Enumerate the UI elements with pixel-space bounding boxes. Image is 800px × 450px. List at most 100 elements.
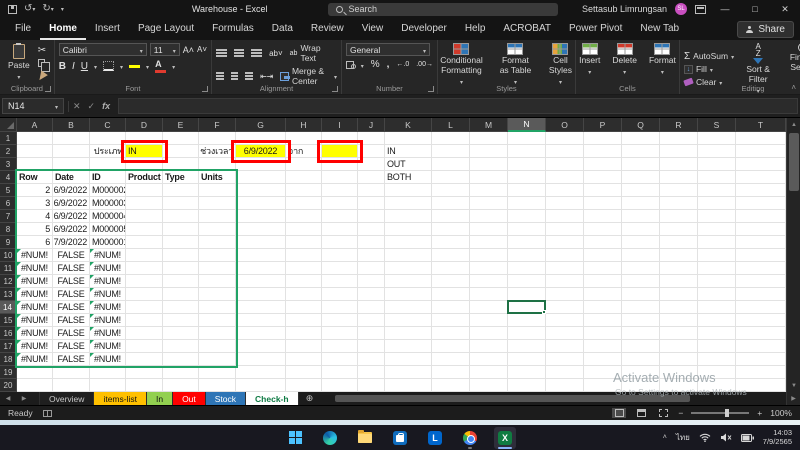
- clock[interactable]: 14:03 7/9/2565: [763, 429, 792, 446]
- col-header-L[interactable]: L: [432, 118, 470, 132]
- cell-F2[interactable]: ช่วงเวลา: [199, 145, 236, 158]
- cell-O10[interactable]: [546, 249, 584, 262]
- cell-D18[interactable]: [126, 353, 163, 366]
- cell-P3[interactable]: [584, 158, 622, 171]
- cell-C5[interactable]: M000002: [90, 184, 126, 197]
- cell-I3[interactable]: [322, 158, 358, 171]
- cell-E7[interactable]: [163, 210, 199, 223]
- cell-I9[interactable]: [322, 236, 358, 249]
- copy-button[interactable]: [38, 58, 50, 69]
- cell-P5[interactable]: [584, 184, 622, 197]
- cell-N13[interactable]: [508, 288, 546, 301]
- cell-G12[interactable]: [236, 275, 286, 288]
- cell-S5[interactable]: [698, 184, 736, 197]
- zoom-level[interactable]: 100%: [770, 408, 792, 418]
- cell-B15[interactable]: FALSE: [53, 314, 90, 327]
- cell-L8[interactable]: [432, 223, 470, 236]
- cell-L17[interactable]: [432, 340, 470, 353]
- cell-N11[interactable]: [508, 262, 546, 275]
- cell-D8[interactable]: [126, 223, 163, 236]
- cell-J18[interactable]: [358, 353, 385, 366]
- cell-A16[interactable]: #NUM!: [17, 327, 53, 340]
- cell-M17[interactable]: [470, 340, 508, 353]
- scroll-down-icon[interactable]: ▼: [787, 379, 800, 392]
- underline-button[interactable]: U: [81, 61, 88, 72]
- cell-E3[interactable]: [163, 158, 199, 171]
- cell-A20[interactable]: [17, 379, 53, 392]
- orientation-icon[interactable]: ab˅: [269, 49, 283, 58]
- cell-L10[interactable]: [432, 249, 470, 262]
- cell-F3[interactable]: [199, 158, 236, 171]
- cell-S10[interactable]: [698, 249, 736, 262]
- sheet-nav-right-icon[interactable]: ▶: [16, 392, 32, 405]
- cell-O3[interactable]: [546, 158, 584, 171]
- cell-G17[interactable]: [236, 340, 286, 353]
- font-size-select[interactable]: 11: [150, 43, 180, 56]
- cell-G10[interactable]: [236, 249, 286, 262]
- row-header-18[interactable]: 18: [0, 353, 17, 366]
- sheet-tab-out[interactable]: Out: [173, 392, 206, 405]
- cell-Q11[interactable]: [622, 262, 660, 275]
- cell-P14[interactable]: [584, 301, 622, 314]
- cell-T5[interactable]: [736, 184, 786, 197]
- cell-I2[interactable]: [322, 145, 358, 158]
- cell-M1[interactable]: [470, 132, 508, 145]
- volume-muted-icon[interactable]: [720, 433, 732, 442]
- col-header-P[interactable]: P: [584, 118, 622, 132]
- row-header-12[interactable]: 12: [0, 275, 17, 288]
- cell-M7[interactable]: [470, 210, 508, 223]
- cell-S6[interactable]: [698, 197, 736, 210]
- cell-H5[interactable]: [286, 184, 322, 197]
- cell-C11[interactable]: #NUM!: [90, 262, 126, 275]
- cell-O19[interactable]: [546, 366, 584, 379]
- cell-O14[interactable]: [546, 301, 584, 314]
- cell-F13[interactable]: [199, 288, 236, 301]
- cell-M6[interactable]: [470, 197, 508, 210]
- insert-function-icon[interactable]: fx: [102, 101, 110, 111]
- grow-font-icon[interactable]: A˄: [183, 45, 194, 55]
- cell-A19[interactable]: [17, 366, 53, 379]
- cell-M5[interactable]: [470, 184, 508, 197]
- cell-A18[interactable]: #NUM!: [17, 353, 53, 366]
- share-button[interactable]: Share: [737, 21, 794, 38]
- cell-T16[interactable]: [736, 327, 786, 340]
- cell-A12[interactable]: #NUM!: [17, 275, 53, 288]
- ribbon-display-options-icon[interactable]: [695, 5, 706, 14]
- cell-R10[interactable]: [660, 249, 698, 262]
- cell-K1[interactable]: [385, 132, 432, 145]
- cell-T13[interactable]: [736, 288, 786, 301]
- cell-P4[interactable]: [584, 171, 622, 184]
- col-header-B[interactable]: B: [53, 118, 90, 132]
- cell-R12[interactable]: [660, 275, 698, 288]
- microsoft-store-app[interactable]: [389, 427, 411, 449]
- font-color-button[interactable]: A: [155, 59, 166, 73]
- cell-I18[interactable]: [322, 353, 358, 366]
- cell-T2[interactable]: [736, 145, 786, 158]
- cell-T8[interactable]: [736, 223, 786, 236]
- cell-C1[interactable]: [90, 132, 126, 145]
- cell-T9[interactable]: [736, 236, 786, 249]
- cell-H12[interactable]: [286, 275, 322, 288]
- cell-I16[interactable]: [322, 327, 358, 340]
- cell-F11[interactable]: [199, 262, 236, 275]
- cell-E17[interactable]: [163, 340, 199, 353]
- cell-D16[interactable]: [126, 327, 163, 340]
- cell-N17[interactable]: [508, 340, 546, 353]
- font-dialog-launcher-icon[interactable]: [202, 86, 208, 92]
- cell-D20[interactable]: [126, 379, 163, 392]
- cell-L19[interactable]: [432, 366, 470, 379]
- cell-P19[interactable]: [584, 366, 622, 379]
- cell-B7[interactable]: 6/9/2022: [53, 210, 90, 223]
- cell-L13[interactable]: [432, 288, 470, 301]
- cell-N8[interactable]: [508, 223, 546, 236]
- cell-A7[interactable]: 4: [17, 210, 53, 223]
- cell-H10[interactable]: [286, 249, 322, 262]
- cell-L1[interactable]: [432, 132, 470, 145]
- cell-J1[interactable]: [358, 132, 385, 145]
- row-header-19[interactable]: 19: [0, 366, 17, 379]
- cancel-icon[interactable]: ✕: [73, 101, 81, 112]
- cell-C8[interactable]: M000005: [90, 223, 126, 236]
- cell-grid[interactable]: ABCDEFGHIJKLMNOPQRST12ประเภทINช่วงเวลา6/…: [0, 118, 786, 392]
- cell-F19[interactable]: [199, 366, 236, 379]
- cell-L7[interactable]: [432, 210, 470, 223]
